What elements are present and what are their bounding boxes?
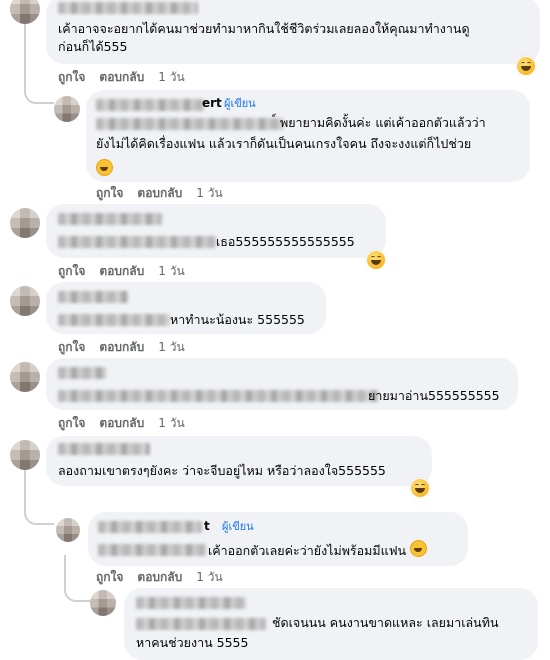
comment-text: ชัดเจนนน คนงานขาดแหละ เลยมาเล่นทิน [272, 615, 499, 630]
comment-bubble: ชัดเจนนน คนงานขาดแหละ เลยมาเล่นทิน หาคนช… [124, 588, 538, 660]
laughing-emoji-icon[interactable] [516, 56, 536, 76]
timestamp[interactable]: 1 วัน [196, 184, 222, 203]
timestamp[interactable]: 1 วัน [158, 262, 184, 281]
author-badge: ผู้เขียน [222, 520, 254, 533]
thread-connector [24, 80, 54, 104]
comment-actions: ถูกใจ ตอบกลับ 1 วัน [58, 338, 185, 357]
redacted-text [58, 314, 170, 326]
comment-bubble: t ผู้เขียน เค้าออกตัวเลยค่ะว่ายังไม่พร้อ… [88, 512, 468, 566]
comment-bubble: ลองถามเขาตรงๆยังคะ ว่าจะจีบอยู่ไหม หรือว… [46, 436, 432, 486]
avatar[interactable] [10, 208, 40, 238]
comment-text: ์ พยายามคิดงั้นค่ะ แต่เค้าออกตัวแล้วว่า [276, 115, 486, 130]
reply-button[interactable]: ตอบกลับ [137, 568, 182, 587]
comment-bubble: หาทำนะน้องนะ 555555 [46, 282, 326, 334]
like-button[interactable]: ถูกใจ [96, 568, 123, 587]
avatar[interactable] [10, 286, 40, 316]
like-button[interactable]: ถูกใจ [58, 338, 85, 357]
reply-button[interactable]: ตอบกลับ [99, 68, 144, 87]
comment-text: ก่อนก็ได้555 [58, 39, 128, 54]
laughing-emoji-icon[interactable] [366, 250, 386, 270]
commenter-name[interactable] [58, 2, 198, 14]
timestamp[interactable]: 1 วัน [158, 414, 184, 433]
commenter-name[interactable] [58, 213, 162, 225]
comment-text: ยังไม่ได้คิดเรื่องแฟน แล้วเราก็ดันเป็นคน… [96, 136, 472, 151]
comment-actions: ถูกใจ ตอบกลับ 1 วัน [58, 414, 185, 433]
avatar[interactable] [54, 96, 80, 122]
comment-actions: ถูกใจ ตอบกลับ 1 วัน [96, 568, 223, 587]
comment-bubble: เธอ555555555555555 [46, 204, 386, 258]
commenter-name[interactable] [58, 291, 128, 303]
thread-connector [64, 580, 90, 602]
reply-button[interactable]: ตอบกลับ [99, 262, 144, 281]
avatar[interactable] [10, 440, 40, 470]
comment-text: ยายมาอ่าน555555555 [368, 388, 500, 403]
like-button[interactable]: ถูกใจ [58, 262, 85, 281]
commenter-name-tail: t [204, 519, 210, 533]
commenter-name[interactable] [58, 443, 150, 455]
comment-bubble: ยายมาอ่าน555555555 [46, 358, 518, 410]
thread-connector [24, 495, 54, 525]
comment-text: เค้าออกตัวเลยค่ะว่ายังไม่พร้อมมีแฟน [208, 540, 428, 560]
comment-bubble: ert ผู้เขียน ์ พยายามคิดงั้นค่ะ แต่เค้าอ… [86, 90, 530, 182]
grinning-emoji-icon [410, 540, 428, 557]
avatar[interactable] [10, 0, 40, 24]
comment-text: เค้าอาจจะอยากได้คนมาช่วยทำมาหากินใช้ชีวิ… [58, 21, 470, 36]
redacted-text [136, 618, 266, 630]
commenter-name[interactable] [96, 99, 204, 111]
comment-actions: ถูกใจ ตอบกลับ 1 วัน [96, 184, 223, 203]
like-button[interactable]: ถูกใจ [58, 414, 85, 433]
grinning-emoji-icon [96, 159, 113, 176]
comment-text: หาคนช่วยงาน 5555 [136, 635, 249, 650]
reply-button[interactable]: ตอบกลับ [99, 338, 144, 357]
commenter-name[interactable] [98, 521, 202, 533]
timestamp[interactable]: 1 วัน [158, 68, 184, 87]
reply-button[interactable]: ตอบกลับ [99, 414, 144, 433]
redacted-text [58, 236, 216, 248]
avatar[interactable] [10, 362, 40, 392]
like-button[interactable]: ถูกใจ [58, 68, 85, 87]
timestamp[interactable]: 1 วัน [196, 568, 222, 587]
laughing-emoji-icon[interactable] [410, 478, 430, 498]
author-badge: ผู้เขียน [224, 97, 256, 110]
commenter-name[interactable] [136, 597, 246, 609]
redacted-text [98, 544, 206, 556]
commenter-name-tail: ert [202, 96, 222, 110]
redacted-text [58, 390, 378, 402]
comment-text: ลองถามเขาตรงๆยังคะ ว่าจะจีบอยู่ไหม หรือว… [58, 463, 386, 478]
timestamp[interactable]: 1 วัน [158, 338, 184, 357]
comment-text: เธอ555555555555555 [216, 234, 355, 249]
comment-actions: ถูกใจ ตอบกลับ 1 วัน [58, 262, 185, 281]
comment-bubble: เค้าอาจจะอยากได้คนมาช่วยทำมาหากินใช้ชีวิ… [46, 0, 540, 64]
redacted-text [96, 118, 284, 130]
comment-actions: ถูกใจ ตอบกลับ 1 วัน [58, 68, 185, 87]
comment-text: หาทำนะน้องนะ 555555 [170, 312, 305, 327]
commenter-name[interactable] [58, 367, 106, 379]
reply-button[interactable]: ตอบกลับ [137, 184, 182, 203]
avatar[interactable] [56, 518, 80, 542]
like-button[interactable]: ถูกใจ [96, 184, 123, 203]
avatar[interactable] [90, 590, 116, 616]
